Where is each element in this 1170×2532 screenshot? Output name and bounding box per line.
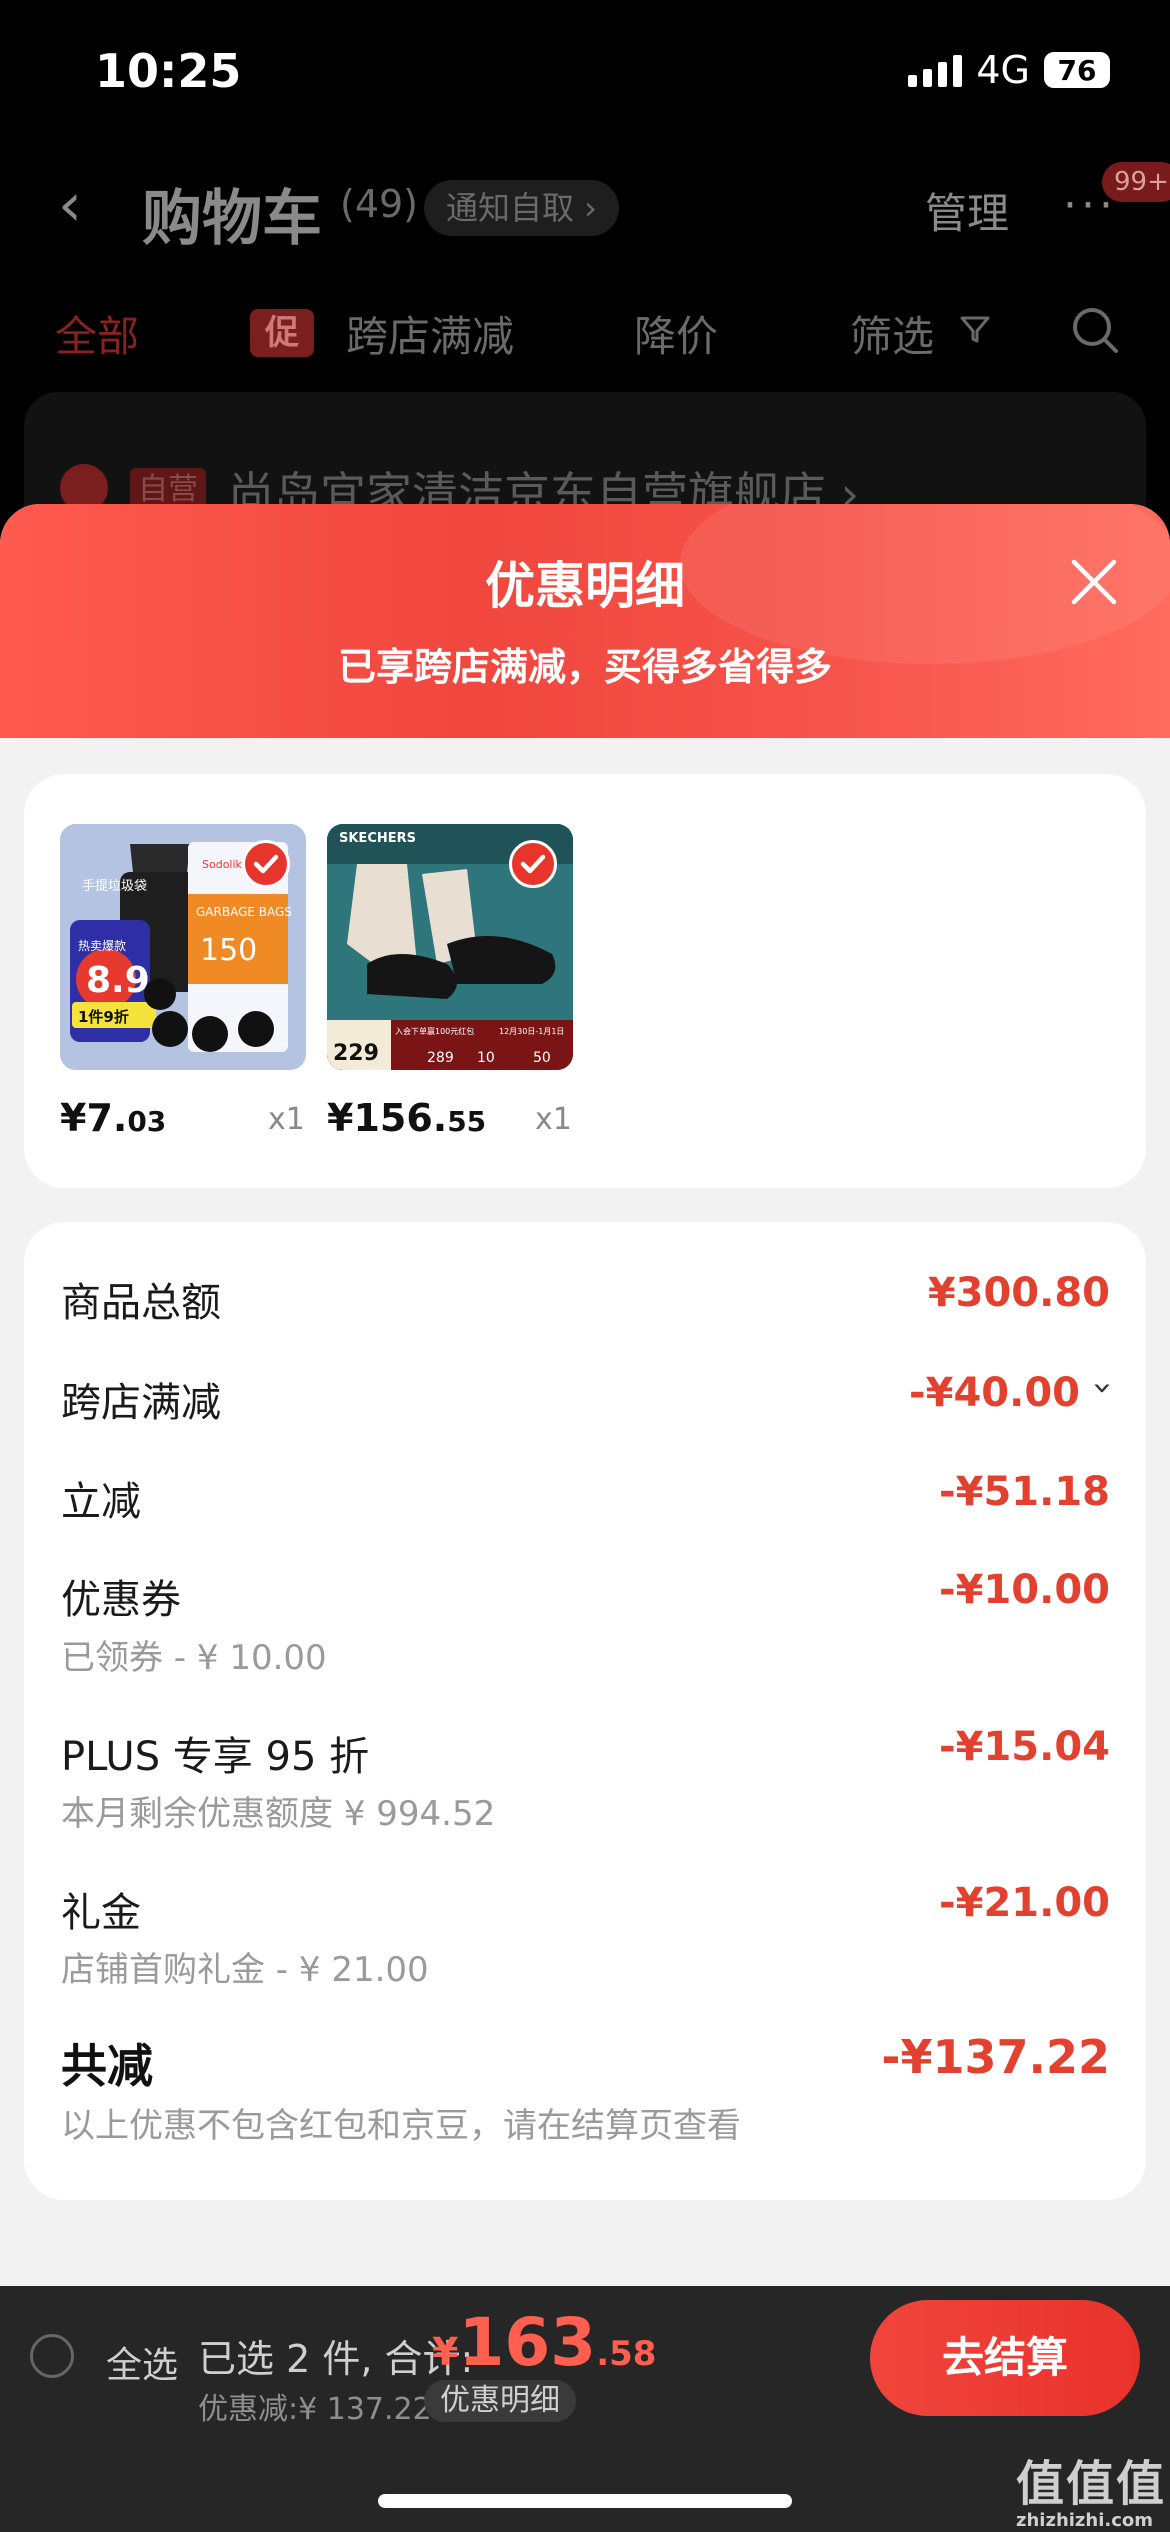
svg-text:150: 150 <box>200 933 257 968</box>
network-label: 4G <box>976 48 1030 92</box>
row-label-coupon: 优惠券 <box>61 1577 181 1623</box>
row-label-cross-store: 跨店满减 <box>61 1380 221 1426</box>
svg-text:229: 229 <box>333 1041 379 1066</box>
row-sub-plus: 本月剩余优惠额度 ¥ 994.52 <box>61 1794 496 1834</box>
row-label-goods-total: 商品总额 <box>61 1280 221 1326</box>
select-all-label[interactable]: 全选 <box>106 2336 178 2388</box>
sheet-title: 优惠明细 <box>485 557 685 615</box>
svg-text:GARBAGE BAGS: GARBAGE BAGS <box>196 905 292 919</box>
promo-tag-icon: 促 <box>250 309 314 357</box>
row-label-plus: PLUS 专享 95 折 <box>61 1734 370 1780</box>
close-icon[interactable] <box>1066 554 1122 610</box>
total-discount-label: 共减 <box>61 2039 153 2093</box>
discount-detail-button[interactable]: 优惠明细 <box>424 2380 576 2422</box>
message-badge: 99+ <box>1102 162 1170 202</box>
tab-all[interactable]: 全部 <box>55 303 139 364</box>
total-discount-note: 以上优惠不包含红包和京豆，请在结算页查看 <box>61 2106 741 2146</box>
sheet-subtitle: 已享跨店满减，买得多省得多 <box>337 645 832 689</box>
row-value-goods-total: ¥300.80 <box>927 1270 1110 1316</box>
row-sub-gift-money: 店铺首购礼金 - ¥ 21.00 <box>61 1950 429 1990</box>
status-indicators: 4G 76 <box>908 48 1110 92</box>
row-value-instant-discount: -¥51.18 <box>939 1469 1110 1515</box>
svg-text:50: 50 <box>533 1050 551 1066</box>
svg-text:1件9折: 1件9折 <box>78 1008 129 1026</box>
svg-text:8.9: 8.9 <box>86 960 150 1001</box>
product-qty: x1 <box>535 1102 572 1137</box>
row-label-gift-money: 礼金 <box>61 1890 141 1936</box>
status-time: 10:25 <box>95 44 242 98</box>
sheet-header: 优惠明细 已享跨店满减，买得多省得多 <box>0 504 1170 738</box>
svg-text:12月30日-1月1日: 12月30日-1月1日 <box>499 1027 564 1036</box>
row-value-gift-money: -¥21.00 <box>939 1880 1110 1926</box>
svg-text:入会下单赢100元红包: 入会下单赢100元红包 <box>395 1026 474 1036</box>
chevron-down-icon[interactable]: › <box>1083 1381 1123 1395</box>
product-image-shoes[interactable]: SKECHERS 229 入会下单赢100元红包 12月30日-1月1日 289… <box>327 824 573 1070</box>
product-qty: x1 <box>268 1102 305 1137</box>
total-amount: ¥163.58 <box>432 2304 657 2381</box>
svg-text:SKECHERS: SKECHERS <box>339 831 416 846</box>
svg-text:10: 10 <box>477 1050 495 1066</box>
filter-icon[interactable] <box>958 312 992 346</box>
row-label-instant-discount: 立减 <box>61 1479 141 1525</box>
selected-products-card: 手提垃圾袋 热卖爆款 8.9 1件9折 Sodolike GARBAGE BAG… <box>24 774 1146 1188</box>
product-image-garbage-bags[interactable]: 手提垃圾袋 热卖爆款 8.9 1件9折 Sodolike GARBAGE BAG… <box>60 824 306 1070</box>
tab-filter[interactable]: 筛选 <box>850 303 934 364</box>
discount-detail-sheet: 优惠明细 已享跨店满减，买得多省得多 手提垃圾袋 热卖爆款 8.9 1件9折 S… <box>0 504 1170 2532</box>
row-value-coupon: -¥10.00 <box>939 1567 1110 1613</box>
battery-icon: 76 <box>1044 52 1110 88</box>
row-value-cross-store[interactable]: -¥40.00 <box>909 1370 1080 1416</box>
discount-summary-text: 优惠减:¥ 137.22 <box>198 2392 432 2427</box>
checked-icon[interactable] <box>242 840 290 888</box>
tab-price-drop[interactable]: 降价 <box>634 303 718 364</box>
checkout-button[interactable]: 去结算 <box>870 2300 1140 2416</box>
home-indicator[interactable] <box>378 2494 792 2508</box>
svg-text:289: 289 <box>427 1050 454 1066</box>
manage-button[interactable]: 管理 <box>925 180 1009 241</box>
row-sub-coupon: 已领券 - ¥ 10.00 <box>61 1638 327 1678</box>
discount-summary-card: 商品总额 ¥300.80 跨店满减 -¥40.00 › 立减 -¥51.18 优… <box>24 1222 1146 2200</box>
checked-icon[interactable] <box>509 840 557 888</box>
search-icon[interactable] <box>1070 305 1120 355</box>
select-all-radio[interactable] <box>30 2334 74 2378</box>
row-value-plus: -¥15.04 <box>939 1724 1110 1770</box>
watermark-logo: 值值值 zhizhizhi.com <box>1016 2456 1167 2531</box>
notice-pickup-button[interactable]: 通知自取 › <box>424 180 619 236</box>
cart-count: (49) <box>340 182 419 226</box>
product-price: ¥7.03 <box>60 1096 167 1140</box>
page-title: 购物车 <box>142 184 322 254</box>
total-discount-value: -¥137.22 <box>881 2030 1110 2084</box>
svg-text:热卖爆款: 热卖爆款 <box>78 939 126 953</box>
product-price: ¥156.55 <box>327 1096 487 1140</box>
back-chevron-icon[interactable]: ‹ <box>58 175 118 235</box>
tab-cross-store[interactable]: 跨店满减 <box>346 303 514 364</box>
signal-icon <box>908 53 963 87</box>
svg-text:手提垃圾袋: 手提垃圾袋 <box>82 878 147 894</box>
